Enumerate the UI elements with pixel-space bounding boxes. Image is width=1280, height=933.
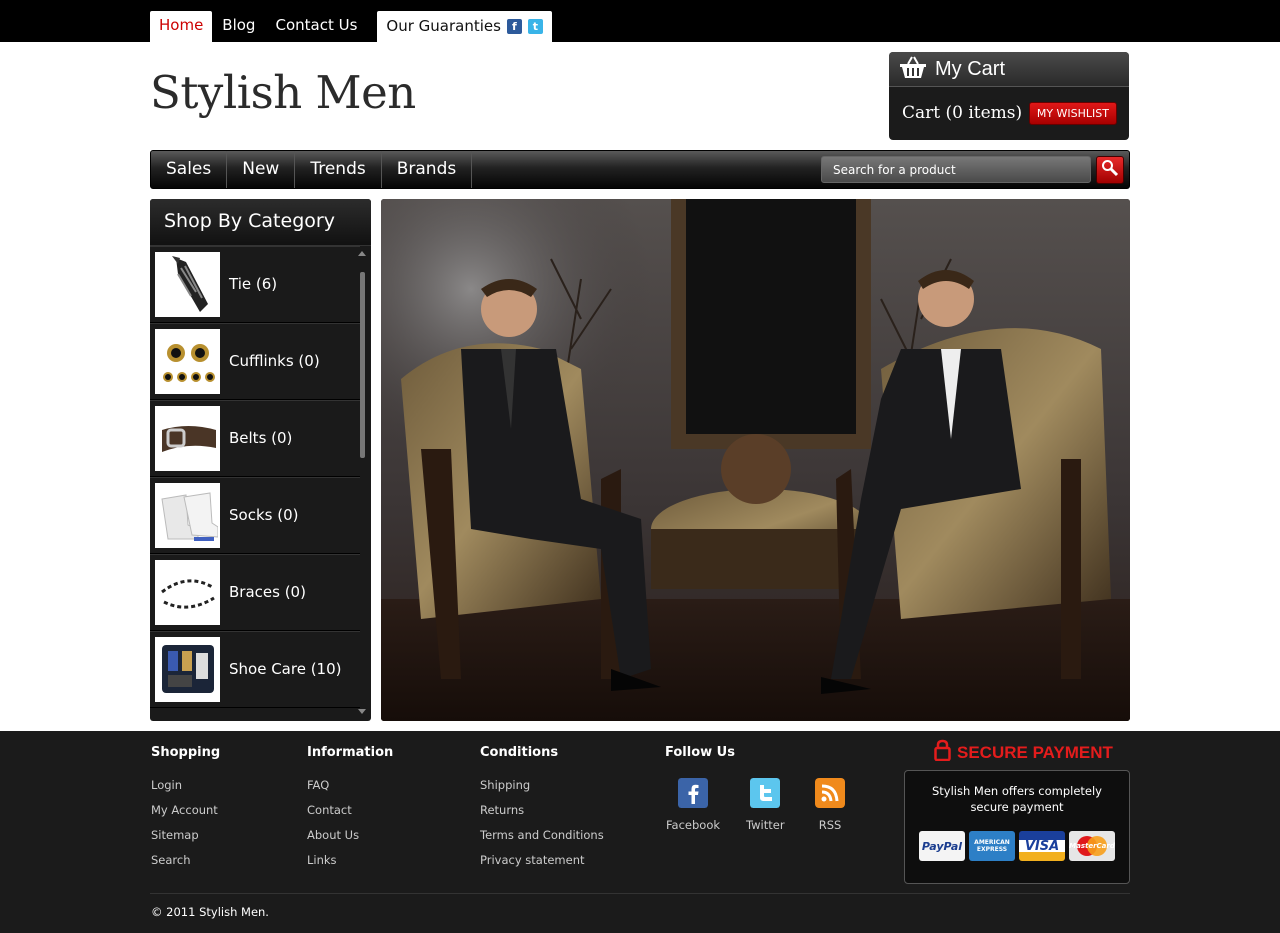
site-logo[interactable]: Stylish Men bbox=[150, 66, 416, 119]
footer-conditions: Conditions Shipping Returns Terms and Co… bbox=[480, 745, 604, 878]
cufflinks-thumbnail bbox=[155, 328, 220, 394]
footer-shopping: Shopping Login My Account Sitemap Search bbox=[151, 745, 220, 878]
footer-conditions-title: Conditions bbox=[480, 745, 559, 760]
footer-information-title: Information bbox=[307, 745, 394, 760]
basket-icon bbox=[899, 55, 927, 83]
footer-link-links[interactable]: Links bbox=[307, 853, 393, 878]
mastercard-card-icon: MasterCard bbox=[1069, 831, 1115, 861]
facebook-label: Facebook bbox=[666, 818, 721, 832]
cart-title: My Cart bbox=[935, 57, 1005, 80]
rss-icon bbox=[815, 778, 845, 808]
category-label-braces: Braces (0) bbox=[229, 583, 306, 601]
footer-link-terms[interactable]: Terms and Conditions bbox=[480, 828, 604, 853]
footer-follow-us: Follow Us bbox=[665, 745, 735, 778]
rss-label: RSS bbox=[818, 818, 842, 832]
category-item-belts[interactable]: Belts (0) bbox=[150, 400, 360, 477]
category-label-belts: Belts (0) bbox=[229, 429, 293, 447]
category-sidebar: Shop By Category Tie (6) Cufflinks (0) B… bbox=[150, 199, 371, 721]
nav-new[interactable]: New bbox=[227, 151, 296, 188]
hero-banner[interactable] bbox=[381, 199, 1130, 721]
mastercard-label: MasterCard bbox=[1069, 842, 1115, 850]
secure-payment-label: SECURE PAYMENT bbox=[957, 742, 1113, 762]
socks-thumbnail bbox=[155, 482, 220, 548]
footer-link-shipping[interactable]: Shipping bbox=[480, 778, 604, 803]
top-nav-blog[interactable]: Blog bbox=[212, 11, 265, 42]
category-label-cufflinks: Cufflinks (0) bbox=[229, 352, 320, 370]
footer-link-returns[interactable]: Returns bbox=[480, 803, 604, 828]
twitter-label: Twitter bbox=[746, 818, 785, 832]
nav-brands[interactable]: Brands bbox=[382, 151, 473, 188]
hero-image bbox=[381, 199, 1130, 721]
footer-follow-title: Follow Us bbox=[665, 745, 735, 760]
belts-thumbnail bbox=[155, 405, 220, 471]
main-nav: Sales New Trends Brands bbox=[150, 150, 1130, 189]
cart-count[interactable]: Cart (0 items) bbox=[902, 103, 1022, 123]
category-item-socks[interactable]: Socks (0) bbox=[150, 477, 360, 554]
secure-payment-title: SECURE PAYMENT bbox=[934, 739, 1113, 766]
scroll-down-arrow[interactable] bbox=[358, 709, 366, 714]
wishlist-button[interactable]: MY WISHLIST bbox=[1028, 101, 1117, 125]
top-nav-contact-us[interactable]: Contact Us bbox=[265, 11, 367, 42]
cart-header: My Cart bbox=[889, 52, 1129, 87]
footer-link-login[interactable]: Login bbox=[151, 778, 220, 803]
payment-cards: PayPal AMERICAN EXPRESS VISA MasterCard bbox=[905, 831, 1129, 861]
social-twitter[interactable]: Twitter bbox=[746, 778, 785, 832]
footer-link-about-us[interactable]: About Us bbox=[307, 828, 393, 853]
footer-information: Information FAQ Contact About Us Links bbox=[307, 745, 393, 878]
social-rss[interactable]: RSS bbox=[815, 778, 845, 832]
cart-body: Cart (0 items) MY WISHLIST bbox=[889, 87, 1129, 139]
footer-link-contact[interactable]: Contact bbox=[307, 803, 393, 828]
footer-link-my-account[interactable]: My Account bbox=[151, 803, 220, 828]
category-list: Tie (6) Cufflinks (0) Belts (0) Socks (0… bbox=[150, 246, 360, 708]
search-input[interactable] bbox=[821, 156, 1091, 183]
twitter-icon[interactable]: t bbox=[527, 19, 543, 34]
paypal-card-icon: PayPal bbox=[919, 831, 965, 861]
amex-card-icon: AMERICAN EXPRESS bbox=[969, 831, 1015, 861]
cart-widget: My Cart Cart (0 items) MY WISHLIST bbox=[889, 52, 1129, 140]
category-label-tie: Tie (6) bbox=[229, 275, 278, 293]
twitter-icon bbox=[750, 778, 781, 808]
footer-divider bbox=[150, 893, 1130, 894]
footer-link-sitemap[interactable]: Sitemap bbox=[151, 828, 220, 853]
our-guaranties-label: Our Guaranties bbox=[386, 17, 501, 35]
braces-thumbnail bbox=[155, 559, 220, 625]
category-item-tie[interactable]: Tie (6) bbox=[150, 246, 360, 323]
facebook-icon[interactable]: f bbox=[506, 19, 522, 34]
category-item-shoe-care[interactable]: Shoe Care (10) bbox=[150, 631, 360, 708]
sidebar-title: Shop By Category bbox=[150, 199, 371, 246]
secure-payment-text: Stylish Men offers completely secure pay… bbox=[931, 784, 1102, 814]
nav-trends[interactable]: Trends bbox=[295, 151, 382, 188]
visa-card-icon: VISA bbox=[1019, 831, 1065, 861]
facebook-icon bbox=[678, 778, 709, 808]
footer: Shopping Login My Account Sitemap Search… bbox=[0, 731, 1280, 933]
secure-payment-box: Stylish Men offers completely secure pay… bbox=[904, 770, 1130, 884]
category-label-shoe-care: Shoe Care (10) bbox=[229, 660, 342, 678]
top-nav: Home Blog Contact Us Our Guaranties f t bbox=[150, 11, 552, 42]
footer-link-search[interactable]: Search bbox=[151, 853, 220, 878]
sidebar-scrollbar[interactable] bbox=[360, 272, 365, 458]
category-item-cufflinks[interactable]: Cufflinks (0) bbox=[150, 323, 360, 400]
top-nav-our-guaranties[interactable]: Our Guaranties f t bbox=[377, 11, 552, 42]
top-bar: Home Blog Contact Us Our Guaranties f t bbox=[0, 0, 1280, 42]
footer-shopping-title: Shopping bbox=[151, 745, 221, 760]
scroll-up-arrow[interactable] bbox=[358, 251, 366, 256]
search-button[interactable] bbox=[1096, 156, 1124, 184]
category-item-braces[interactable]: Braces (0) bbox=[150, 554, 360, 631]
top-nav-home[interactable]: Home bbox=[150, 11, 213, 42]
lock-icon bbox=[934, 739, 951, 766]
footer-link-privacy[interactable]: Privacy statement bbox=[480, 853, 604, 878]
social-facebook[interactable]: Facebook bbox=[666, 778, 720, 832]
copyright: © 2011 Stylish Men. bbox=[151, 905, 269, 919]
category-label-socks: Socks (0) bbox=[229, 506, 299, 524]
search-icon bbox=[1101, 159, 1119, 181]
shoe-care-thumbnail bbox=[155, 636, 220, 702]
nav-sales[interactable]: Sales bbox=[151, 151, 228, 188]
footer-link-faq[interactable]: FAQ bbox=[307, 778, 393, 803]
tie-thumbnail bbox=[155, 251, 220, 317]
